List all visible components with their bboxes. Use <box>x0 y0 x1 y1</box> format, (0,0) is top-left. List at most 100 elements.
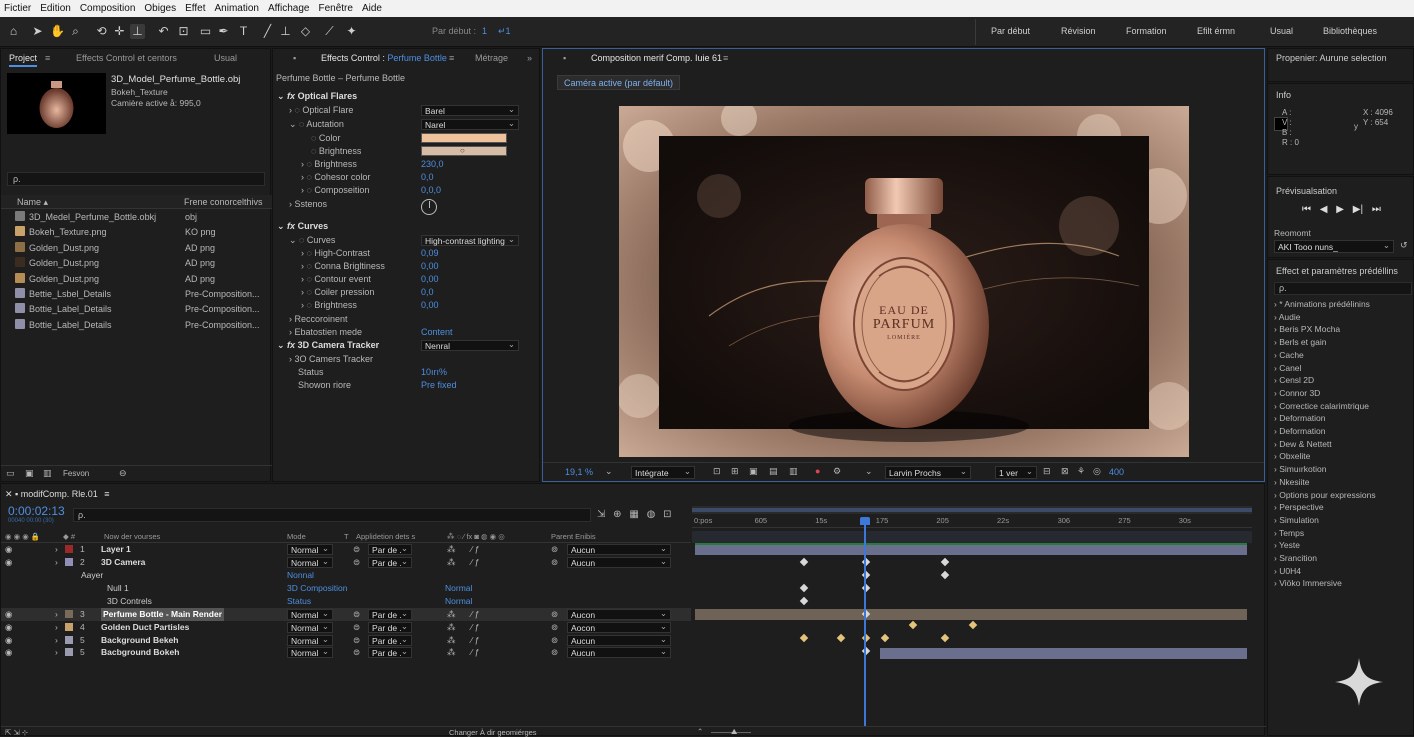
channel-icon[interactable]: ● <box>815 466 820 476</box>
column-trkmat[interactable]: T <box>344 532 349 541</box>
layer-name[interactable]: 3D Camera <box>101 556 145 569</box>
trackmatte-icon[interactable]: ⊜ <box>353 608 360 621</box>
application-dropdown[interactable]: Par de . <box>368 543 412 555</box>
expand-chevron-icon[interactable]: › <box>55 646 58 659</box>
playhead[interactable] <box>860 517 870 727</box>
new-comp-icon[interactable]: ▥ <box>43 468 52 479</box>
menu-effect[interactable]: Effet <box>185 3 205 14</box>
sub-property-value[interactable]: 3D Composition <box>287 582 347 595</box>
panel-menu-icon[interactable]: ≡ <box>449 49 454 67</box>
menu-edit[interactable]: Edition <box>40 3 71 14</box>
hand-tool-icon[interactable]: ✋ <box>50 24 65 39</box>
effect-category[interactable]: › Yeste <box>1274 540 1300 550</box>
comp-flowchart-icon[interactable]: ⊕ <box>613 509 621 520</box>
column-parent[interactable]: Parent Enibis <box>551 532 596 541</box>
tab-effects-control-main[interactable]: Effects Control : Perfume Bottle <box>321 49 447 67</box>
parent-dropdown[interactable]: Aucun <box>567 543 671 555</box>
parent-dropdown[interactable]: Aucun <box>567 646 671 659</box>
application-dropdown[interactable]: Par de . <box>368 621 412 633</box>
menu-file[interactable]: Fictier <box>4 3 31 14</box>
panel-menu-icon[interactable]: ≡ <box>723 49 728 67</box>
workspace-usual[interactable]: Usual <box>1270 26 1293 36</box>
sub-property-row[interactable]: 3D Contrels Status Normal <box>1 595 691 608</box>
effect-category[interactable]: › Audie <box>1274 312 1300 322</box>
shy-switch-icon[interactable]: ⁂ <box>447 634 456 647</box>
anchor-tool-icon[interactable]: ⊥ <box>130 24 145 39</box>
sub-property-value[interactable]: Nonnal <box>287 569 314 582</box>
parent-pickwhip-icon[interactable]: ⊚ <box>551 543 558 556</box>
new-folder-icon[interactable]: ▣ <box>25 468 34 479</box>
layer-6-bar[interactable] <box>880 648 1247 659</box>
label-color-swatch[interactable] <box>65 622 73 631</box>
layer-row[interactable]: ◉ › 1 Layer 1 Normal ⊜ Par de . ⁂ ∕ ƒ ⊚ Aucun <box>1 543 691 556</box>
pen-tool-icon[interactable]: ✒ <box>216 24 231 39</box>
parent-pickwhip-icon[interactable]: ⊚ <box>551 634 558 647</box>
effect-category[interactable]: › Canel <box>1274 363 1301 373</box>
workspace-learning[interactable]: Formation <box>1126 26 1167 36</box>
menu-composition[interactable]: Composition <box>80 3 136 14</box>
column-source-name[interactable]: Now der vourses <box>104 532 160 541</box>
quality-switch-icon[interactable]: ∕ ƒ <box>471 634 480 647</box>
snapping-value-2[interactable]: ↵1 <box>498 26 511 37</box>
effect-category[interactable]: › U0H4 <box>1274 566 1301 576</box>
blend-mode-dropdown[interactable]: Normal <box>287 646 333 659</box>
keyframe[interactable] <box>880 633 890 643</box>
effect-category[interactable]: › Temps <box>1274 528 1304 538</box>
tab-project[interactable]: Project <box>9 49 38 67</box>
chevron-down-icon[interactable]: ⌄ <box>865 466 873 477</box>
parent-pickwhip-icon[interactable]: ⊚ <box>551 608 558 621</box>
animation-dropdown[interactable]: Narel <box>421 118 519 130</box>
lock-icon[interactable]: ▪ <box>293 49 296 67</box>
project-item[interactable]: Golden_Dust.png AD png <box>15 272 265 287</box>
sub-property-value[interactable]: Status <box>287 595 311 608</box>
effect-category[interactable]: › Deformation <box>1274 413 1326 423</box>
resolution-dropdown[interactable]: Intégrate <box>631 465 695 479</box>
layer-row[interactable]: ◉ › 5 Background Bekeh Normal ⊜ Par de . ⁂ ∕ ƒ ⊚ A… <box>1 634 691 647</box>
label-color-swatch[interactable] <box>65 648 73 657</box>
composition-viewer[interactable]: EAU DE PARFUM LOMIÈRE <box>619 106 1189 457</box>
layer-name[interactable]: Perfume Bottle - Main Render <box>101 608 225 621</box>
column-application[interactable]: Applidetion dets s <box>356 532 415 541</box>
visibility-icon[interactable]: ◉ <box>5 646 12 659</box>
refresh-icon[interactable]: ↺ <box>1400 240 1408 251</box>
project-item[interactable]: Golden_Dust.png AD png <box>15 256 265 271</box>
expand-chevron-icon[interactable]: › <box>55 543 58 556</box>
effect-category[interactable]: › Viöko Immersive <box>1274 578 1342 588</box>
menu-layer[interactable]: Obiges <box>144 3 176 14</box>
angle-dial[interactable] <box>421 199 437 215</box>
text-tool-icon[interactable]: T <box>236 24 251 39</box>
quality-switch-icon[interactable]: ∕ ƒ <box>471 646 480 659</box>
tab-footage[interactable]: Métrage <box>475 49 508 67</box>
track-area[interactable] <box>692 543 1252 733</box>
trackmatte-icon[interactable]: ⊜ <box>353 556 360 569</box>
next-frame-icon[interactable]: ▶| <box>1353 204 1363 215</box>
transparency-grid-icon[interactable]: ⊞ <box>731 466 739 477</box>
orbit-tool-icon[interactable]: ⟲ <box>94 24 109 39</box>
menu-view[interactable]: Affichage <box>268 3 310 14</box>
more-tabs-icon[interactable]: » <box>527 49 532 67</box>
shy-switch-icon[interactable]: ⁂ <box>447 556 456 569</box>
shy-switch-icon[interactable]: ⁂ <box>447 621 456 634</box>
effect-category[interactable]: › Obxelite <box>1274 451 1310 461</box>
snapping-value-1[interactable]: 1 <box>482 26 487 36</box>
home-icon[interactable]: ⌂ <box>6 24 21 39</box>
effect-category[interactable]: › Berls et gain <box>1274 337 1326 347</box>
work-area-line[interactable] <box>695 543 1247 545</box>
composition-value[interactable]: 0,0,0 <box>421 184 441 197</box>
active-camera-dropdown[interactable]: Caméra active (par défault) <box>557 75 681 90</box>
sub-property-mode[interactable]: Normal <box>445 582 472 595</box>
keyframe[interactable] <box>799 557 809 567</box>
effect-category[interactable]: › Srancition <box>1274 553 1317 563</box>
label-color-swatch[interactable] <box>65 635 73 644</box>
effect-category[interactable]: › Simuırkotion <box>1274 464 1326 474</box>
panel-menu-icon[interactable]: ≡ <box>45 49 50 67</box>
effect-category[interactable]: › Simulation <box>1274 515 1319 525</box>
last-frame-icon[interactable]: ⏭ <box>1372 204 1381 215</box>
selection-tool-icon[interactable]: ➤ <box>30 24 45 39</box>
keyframe[interactable] <box>799 583 809 593</box>
tab-timeline[interactable]: ✕ ▪ modifComp. Rle.01 ≡ <box>5 487 110 501</box>
show-snapshot-icon[interactable]: ▥ <box>789 466 798 477</box>
high-contrast-value[interactable]: 0,09 <box>421 247 439 260</box>
keyframe[interactable] <box>940 570 950 580</box>
keyframe[interactable] <box>836 633 846 643</box>
